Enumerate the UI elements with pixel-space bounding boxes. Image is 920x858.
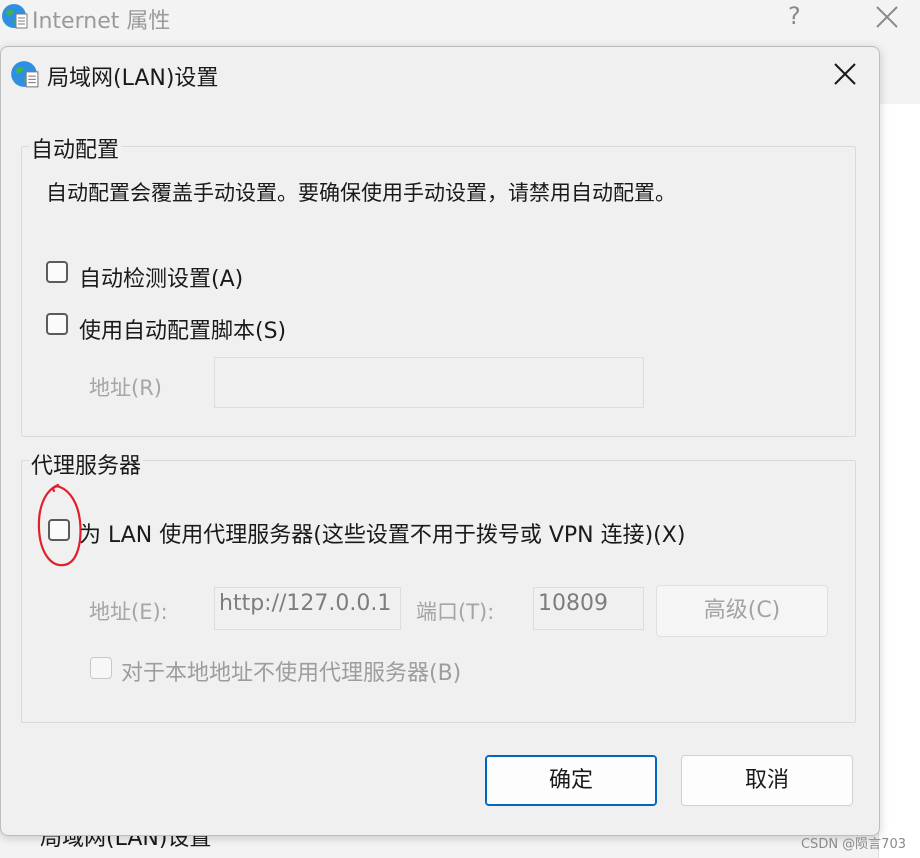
proxy-port-input[interactable]: 10809 [533, 587, 644, 630]
dialog-titlebar: 局域网(LAN)设置 [1, 47, 879, 103]
close-icon[interactable] [874, 4, 900, 30]
proxy-address-input[interactable]: http://127.0.0.1 [214, 587, 401, 630]
use-script-label[interactable]: 使用自动配置脚本(S) [79, 313, 286, 345]
use-script-checkbox[interactable] [46, 313, 68, 335]
script-address-input[interactable] [214, 357, 644, 408]
globe-icon [11, 61, 39, 88]
ok-button[interactable]: 确定 [485, 755, 657, 806]
background-window-panel [878, 104, 920, 858]
auto-config-description: 自动配置会覆盖手动设置。要确保使用手动设置，请禁用自动配置。 [46, 181, 676, 205]
background-window-titlebar: Internet 属性 ? [0, 0, 920, 40]
proxy-address-label: 地址(E): [89, 600, 168, 624]
lan-settings-dialog: 局域网(LAN)设置 自动配置 自动配置会覆盖手动设置。要确保使用手动设置，请禁… [0, 46, 880, 836]
proxy-port-label: 端口(T): [416, 600, 495, 624]
use-proxy-label[interactable]: 为 LAN 使用代理服务器(这些设置不用于拨号或 VPN 连接)(X) [79, 517, 685, 549]
auto-detect-label[interactable]: 自动检测设置(A) [79, 261, 243, 293]
bypass-local-label[interactable]: 对于本地地址不使用代理服务器(B) [121, 655, 461, 687]
proxy-group-title: 代理服务器 [29, 448, 144, 480]
watermark: CSDN @陨言703 [800, 837, 906, 852]
script-address-label: 地址(R) [89, 376, 162, 400]
cancel-button[interactable]: 取消 [681, 755, 853, 806]
bypass-local-checkbox[interactable] [90, 657, 112, 679]
auto-detect-checkbox[interactable] [46, 261, 68, 283]
help-icon[interactable]: ? [788, 2, 801, 30]
close-icon[interactable] [833, 62, 857, 86]
globe-icon [2, 4, 28, 29]
dialog-title: 局域网(LAN)设置 [47, 66, 219, 91]
background-window-title: Internet 属性 [32, 9, 171, 34]
advanced-button[interactable]: 高级(C) [656, 585, 828, 637]
use-proxy-checkbox[interactable] [48, 519, 70, 541]
auto-config-group-title: 自动配置 [29, 132, 122, 164]
